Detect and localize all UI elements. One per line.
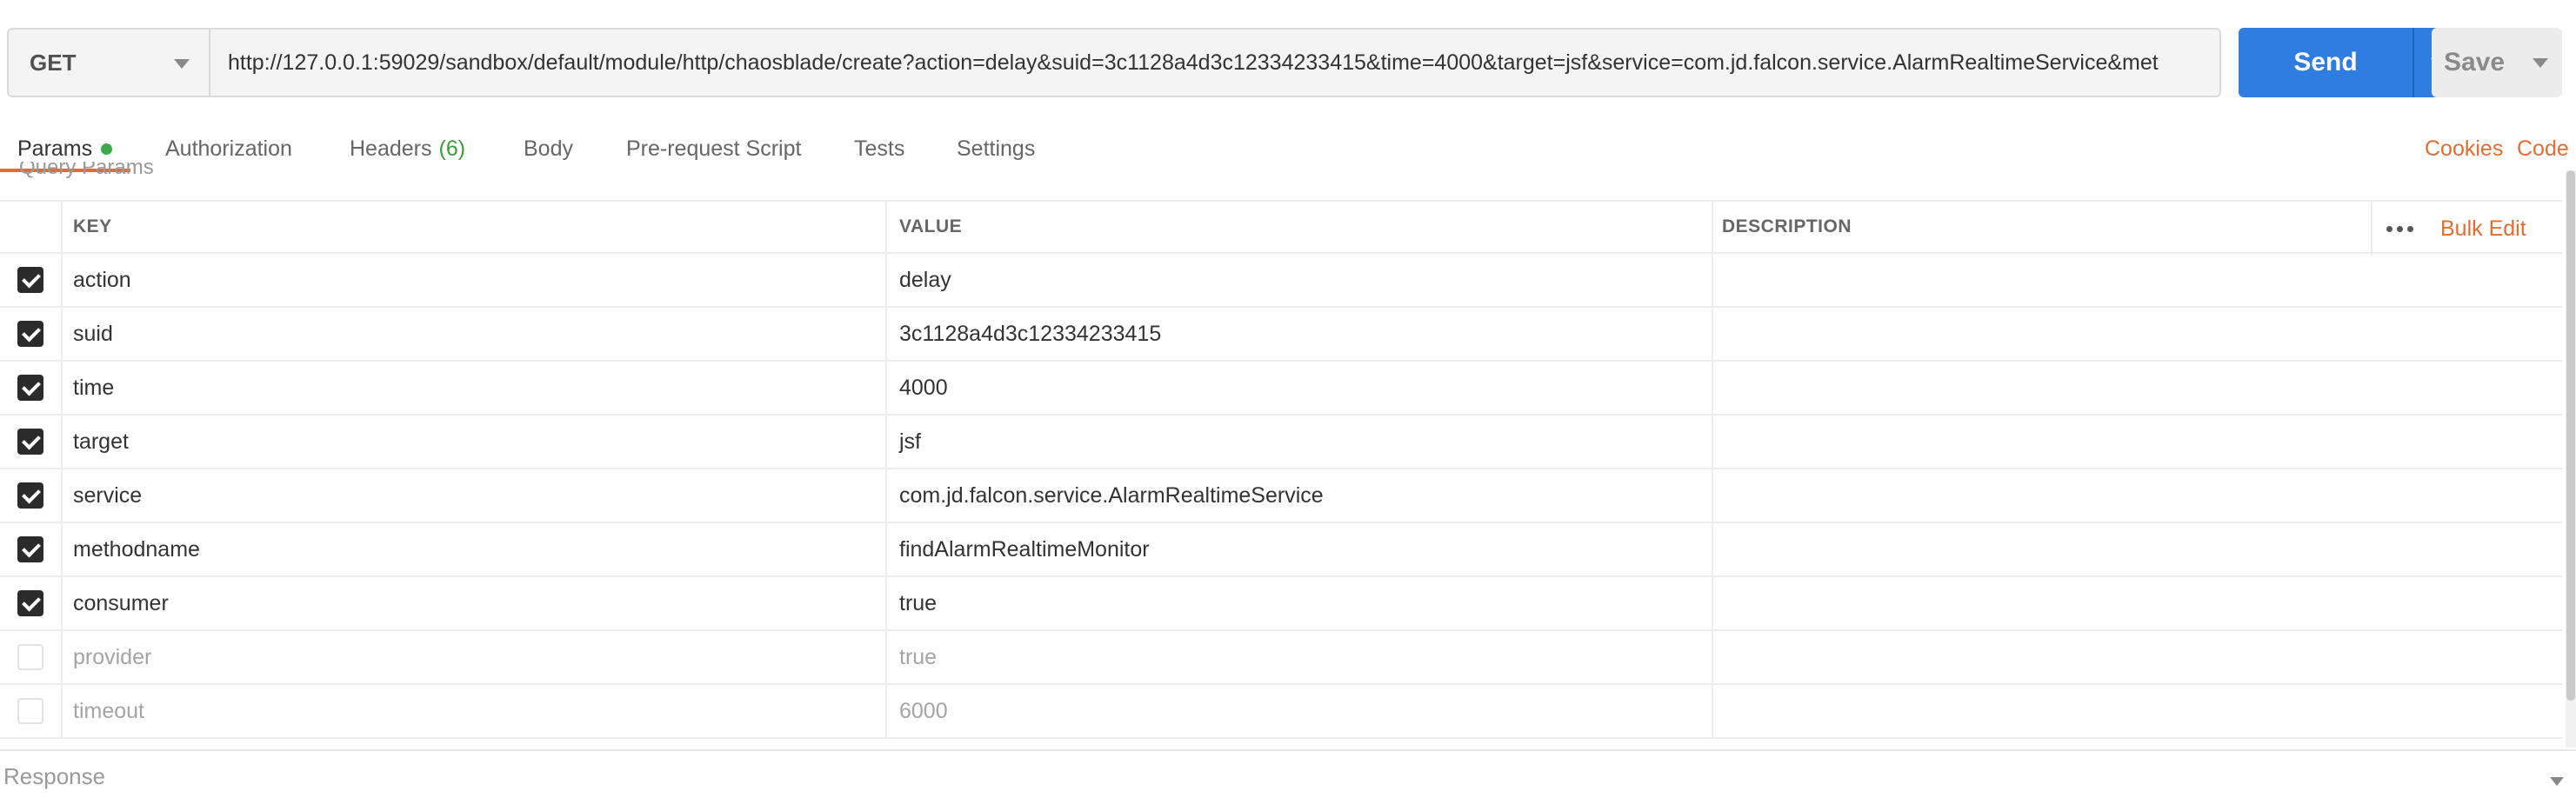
param-description[interactable] [1713,523,2562,575]
param-value[interactable]: com.jd.falcon.service.AlarmRealtimeServi… [887,469,1713,522]
row-check-cell [0,469,63,522]
param-value[interactable]: findAlarmRealtimeMonitor [887,523,1713,575]
section-label: Query Params [19,162,154,179]
param-key[interactable]: suid [63,308,887,360]
tab-tests[interactable]: Tests [854,123,904,174]
param-key[interactable]: time [63,362,887,414]
row-check-cell [0,308,63,360]
row-check-cell [0,631,63,683]
param-value[interactable]: jsf [887,416,1713,468]
save-label: Save [2444,48,2506,76]
tab-settings[interactable]: Settings [957,123,1035,174]
param-description[interactable] [1713,308,2562,360]
column-header-value: VALUE [887,202,1713,252]
header-check-cell [0,202,63,252]
send-button[interactable]: Send [2239,28,2412,97]
param-key[interactable]: target [63,416,887,468]
tab-headers[interactable]: Headers (6) [350,123,465,174]
tab-pre-request-script[interactable]: Pre-request Script [626,123,801,174]
table-row: time 4000 [0,362,2562,416]
tab-label: Body [524,136,573,161]
row-checkbox[interactable] [17,482,43,509]
method-select[interactable]: GET [7,28,209,97]
table-row: suid 3c1128a4d3c12334233415 [0,308,2562,362]
table-row: target jsf [0,416,2562,469]
scrollbar-thumb[interactable] [2566,170,2575,701]
param-key[interactable]: methodname [63,523,887,575]
request-bar: GET http://127.0.0.1:59029/sandbox/defau… [0,0,2576,123]
param-description[interactable] [1713,469,2562,522]
url-input[interactable]: http://127.0.0.1:59029/sandbox/default/m… [209,28,2221,97]
request-tabs: Params Authorization Headers (6) Body Pr… [0,123,2576,174]
param-value[interactable]: true [887,631,1713,683]
row-check-cell [0,416,63,468]
param-description[interactable] [1713,577,2562,629]
tab-label: Params [17,136,93,161]
column-header-key: KEY [63,202,887,252]
param-description[interactable] [1713,685,2562,737]
method-label: GET [30,49,77,76]
table-header: KEY VALUE DESCRIPTION Bulk Edit [0,200,2562,256]
param-value[interactable]: delay [887,254,1713,306]
row-checkbox[interactable] [17,698,43,724]
cookies-link[interactable]: Cookies [2425,123,2503,174]
tab-authorization[interactable]: Authorization [165,123,292,174]
tab-label: Tests [854,136,905,161]
param-description[interactable] [1713,631,2562,683]
tab-label: Settings [957,136,1036,161]
table-row: provider true [0,631,2562,685]
bulk-edit-button[interactable]: Bulk Edit [2440,202,2526,256]
row-check-cell [0,577,63,629]
headers-count: (6) [438,136,466,161]
row-check-cell [0,685,63,737]
more-options-icon[interactable] [2371,202,2426,256]
table-row: methodname findAlarmRealtimeMonitor [0,523,2562,577]
param-key[interactable]: consumer [63,577,887,629]
param-description[interactable] [1713,254,2562,306]
table-row: service com.jd.falcon.service.AlarmRealti… [0,469,2562,523]
row-checkbox[interactable] [17,267,43,293]
param-key[interactable]: action [63,254,887,306]
response-label: Response [3,763,106,789]
table-row: timeout 6000 [0,685,2562,739]
response-panel[interactable]: Response [0,749,2576,798]
tab-label: Pre-request Script [626,136,802,161]
tab-label: Headers [350,136,432,161]
column-header-description: DESCRIPTION [1722,216,1852,236]
tab-body[interactable]: Body [524,123,573,174]
row-check-cell [0,362,63,414]
param-value[interactable]: 6000 [887,685,1713,737]
param-key[interactable]: provider [63,631,887,683]
param-description[interactable] [1713,416,2562,468]
row-checkbox[interactable] [17,644,43,670]
code-link[interactable]: Code [2517,123,2569,174]
param-value[interactable]: 3c1128a4d3c12334233415 [887,308,1713,360]
chevron-down-icon[interactable] [2550,777,2564,786]
save-options-chevron-icon[interactable] [2533,58,2548,68]
param-key[interactable]: service [63,469,887,522]
param-value[interactable]: true [887,577,1713,629]
table-row: action delay [0,254,2562,308]
param-value[interactable]: 4000 [887,362,1713,414]
row-checkbox[interactable] [17,375,43,401]
row-check-cell [0,254,63,306]
row-checkbox[interactable] [17,321,43,347]
row-checkbox[interactable] [17,429,43,455]
param-key[interactable]: timeout [63,685,887,737]
active-dot-icon [101,143,113,155]
table-row: consumer true [0,577,2562,631]
row-checkbox[interactable] [17,536,43,562]
url-text: http://127.0.0.1:59029/sandbox/default/m… [228,50,2159,75]
tab-label: Authorization [165,136,292,161]
row-checkbox[interactable] [17,590,43,616]
row-check-cell [0,523,63,575]
chevron-down-icon [174,59,190,69]
param-description[interactable] [1713,362,2562,414]
